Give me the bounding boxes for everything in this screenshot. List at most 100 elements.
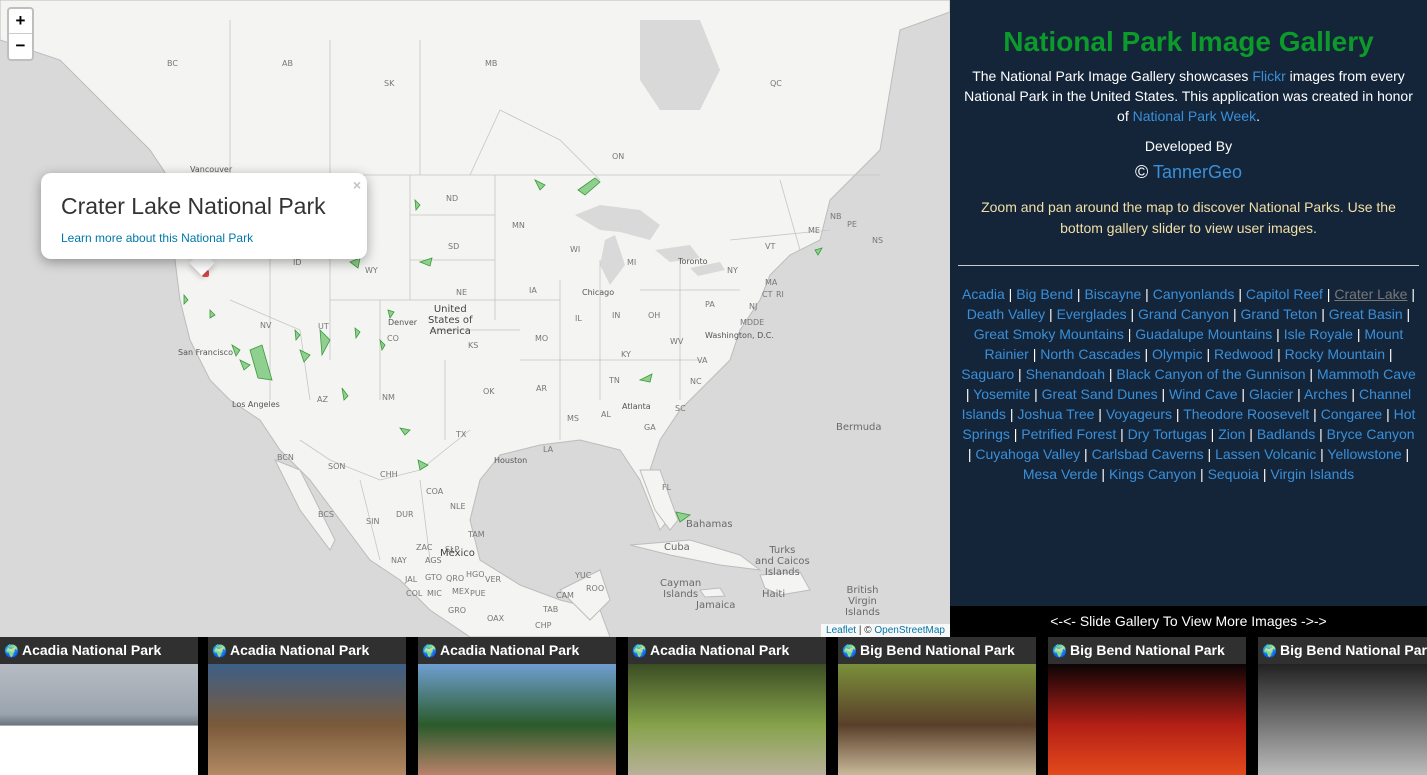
tannergeo-link[interactable]: TannerGeo (1153, 162, 1242, 182)
park-link[interactable]: Arches (1304, 386, 1348, 402)
park-link[interactable]: Petrified Forest (1021, 426, 1116, 442)
park-link[interactable]: Virgin Islands (1270, 466, 1354, 482)
park-link[interactable]: Death Valley (967, 306, 1045, 322)
separator: | (1123, 326, 1136, 342)
park-link[interactable]: Grand Teton (1241, 306, 1318, 322)
image-gallery[interactable]: 🌍 Acadia National Park 🌍 Acadia National Pa… (0, 637, 1427, 775)
park-link[interactable]: Guadalupe Mountains (1135, 326, 1272, 342)
map-label: SON (328, 462, 346, 471)
park-link[interactable]: Yosemite (973, 386, 1030, 402)
park-link[interactable]: Theodore Roosevelt (1183, 406, 1309, 422)
park-link[interactable]: North Cascades (1040, 346, 1140, 362)
map-label: British Virgin Islands (845, 585, 880, 618)
park-link[interactable]: Great Basin (1329, 306, 1403, 322)
map-label: Chicago (582, 288, 615, 297)
separator: | (1407, 286, 1416, 302)
map-label: MN (512, 221, 525, 230)
park-photo[interactable] (628, 664, 826, 775)
park-photo[interactable] (0, 664, 198, 775)
map-label: CT (762, 290, 773, 299)
map-label: MS (567, 414, 579, 423)
map-label: NAY (391, 556, 407, 565)
park-link[interactable]: Capitol Reef (1246, 286, 1323, 302)
park-link[interactable]: Isle Royale (1284, 326, 1353, 342)
park-link[interactable]: Mesa Verde (1023, 466, 1098, 482)
park-link[interactable]: Lassen Volcanic (1215, 446, 1316, 462)
park-link[interactable]: Joshua Tree (1017, 406, 1094, 422)
gallery-tile[interactable]: 🌍 Acadia National Park (0, 637, 198, 775)
park-link[interactable]: Everglades (1057, 306, 1127, 322)
leaflet-link[interactable]: Leaflet (826, 625, 856, 636)
park-link[interactable]: Yellowstone (1327, 446, 1401, 462)
park-link[interactable]: Grand Canyon (1138, 306, 1229, 322)
separator: | (1126, 306, 1139, 322)
park-photo[interactable] (208, 664, 406, 775)
tile-caption-text: Acadia National Park (229, 642, 370, 658)
map-label: DUR (396, 510, 414, 519)
park-link[interactable]: Redwood (1214, 346, 1273, 362)
gallery-tile[interactable]: 🌍 Acadia National Park (208, 637, 406, 775)
park-photo[interactable] (838, 664, 1036, 775)
gallery-tile[interactable]: 🌍 Big Bend National Park (838, 637, 1036, 775)
park-link[interactable]: Shenandoah (1026, 366, 1105, 382)
park-link[interactable]: Glacier (1249, 386, 1293, 402)
gallery-tile[interactable]: 🌍 Acadia National Park (418, 637, 616, 775)
park-link[interactable]: Mammoth Cave (1317, 366, 1416, 382)
gallery-tile[interactable]: 🌍 Acadia National Park (628, 637, 826, 775)
park-link[interactable]: Acadia (962, 286, 1005, 302)
map-label: NC (690, 377, 702, 386)
gallery-tile[interactable]: 🌍 Big Bend National Park (1258, 637, 1427, 775)
gallery-slider-hint: <-<- Slide Gallery To View More Images -… (950, 606, 1427, 637)
flickr-link[interactable]: Flickr (1252, 68, 1285, 84)
park-link[interactable]: Biscayne (1084, 286, 1141, 302)
park-link[interactable]: Canyonlands (1153, 286, 1235, 302)
map-label: TAB (543, 605, 559, 614)
park-photo[interactable] (418, 664, 616, 775)
map-label: MI (627, 258, 637, 267)
gallery-tile[interactable]: 🌍 Big Bend National Park (1048, 637, 1246, 775)
zoom-out-button[interactable]: − (9, 34, 32, 59)
park-photo[interactable] (1048, 664, 1246, 775)
park-photo[interactable] (1258, 664, 1427, 775)
map-label: YUC (575, 571, 592, 580)
globe-icon: 🌍 (4, 644, 19, 658)
national-park-week-link[interactable]: National Park Week (1133, 108, 1256, 124)
tile-caption: 🌍 Acadia National Park (208, 637, 406, 664)
tile-caption: 🌍 Big Bend National Park (1048, 637, 1246, 664)
map-label: MD (740, 318, 754, 327)
park-link[interactable]: Saguaro (961, 366, 1014, 382)
map-label: GTO (425, 573, 443, 582)
park-link[interactable]: Great Smoky Mountains (974, 326, 1124, 342)
close-icon[interactable]: × (353, 177, 361, 193)
park-link[interactable]: Wind Cave (1169, 386, 1237, 402)
park-link[interactable]: Sequoia (1208, 466, 1259, 482)
park-link[interactable]: Big Bend (1016, 286, 1073, 302)
zoom-in-button[interactable]: + (9, 9, 32, 34)
map-label: COA (426, 487, 444, 496)
map[interactable]: BC AB SK MB QC ON Vancouver ND MN SD WI … (0, 0, 950, 637)
separator: | (1258, 466, 1271, 482)
park-link[interactable]: Carlsbad Caverns (1092, 446, 1204, 462)
separator: | (1105, 366, 1117, 382)
globe-icon: 🌍 (632, 644, 647, 658)
park-link[interactable]: Cuyahoga Valley (975, 446, 1080, 462)
separator: | (1141, 286, 1153, 302)
park-link[interactable]: Badlands (1257, 426, 1315, 442)
learn-more-link[interactable]: Learn more about this National Park (61, 231, 347, 245)
map-label: NY (727, 266, 738, 275)
park-link[interactable]: Great Sand Dunes (1042, 386, 1158, 402)
park-link[interactable]: Olympic (1152, 346, 1203, 362)
park-link[interactable]: Kings Canyon (1109, 466, 1196, 482)
park-link[interactable]: Congaree (1321, 406, 1383, 422)
map-label: Washington, D.C. (705, 331, 774, 340)
park-link[interactable]: Rocky Mountain (1285, 346, 1385, 362)
park-link[interactable]: Crater Lake (1334, 286, 1407, 302)
park-links-list: Acadia | Big Bend | Biscayne | Canyonlan… (958, 284, 1419, 484)
park-link[interactable]: Zion (1218, 426, 1245, 442)
park-link[interactable]: Dry Tortugas (1128, 426, 1207, 442)
park-link[interactable]: Voyageurs (1106, 406, 1172, 422)
park-link[interactable]: Black Canyon of the Gunnison (1116, 366, 1305, 382)
map-attribution: Leaflet | © OpenStreetMap (821, 624, 950, 637)
osm-link[interactable]: OpenStreetMap (874, 625, 945, 636)
park-link[interactable]: Bryce Canyon (1327, 426, 1415, 442)
